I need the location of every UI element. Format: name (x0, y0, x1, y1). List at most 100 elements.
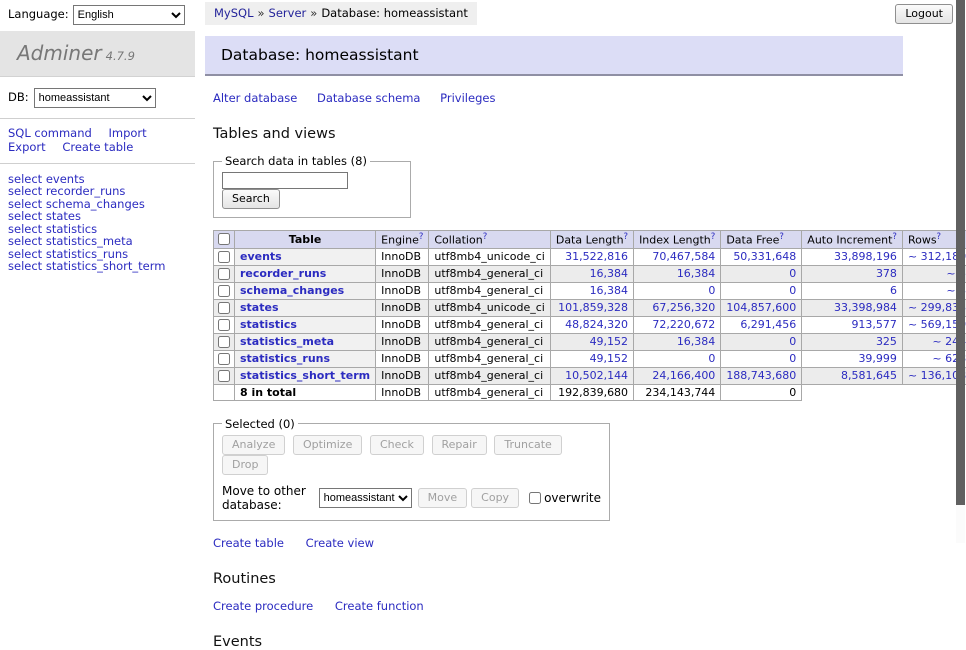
drop-button[interactable]: Drop (222, 455, 268, 475)
row-checkbox-cell (214, 299, 235, 316)
sidebar-link-sql-command[interactable]: SQL command (8, 126, 92, 140)
data-length-link[interactable]: 16,384 (590, 267, 629, 280)
row-checkbox-cell (214, 367, 235, 384)
create-function-link[interactable]: Create function (335, 599, 424, 613)
data-free-link[interactable]: 0 (789, 352, 796, 365)
optimize-button[interactable]: Optimize (293, 435, 362, 455)
breadcrumb-server-link[interactable]: Server (269, 6, 307, 20)
sidebar-link-export[interactable]: Export (8, 140, 46, 154)
table-name-link[interactable]: statistics_short_term (240, 369, 370, 382)
help-link[interactable]: ? (419, 232, 424, 242)
data-free-link[interactable]: 50,331,648 (733, 250, 796, 263)
index-length-link[interactable]: 24,166,400 (652, 369, 715, 382)
sidebar-link-create-table[interactable]: Create table (62, 140, 133, 154)
table-name-link[interactable]: statistics (240, 318, 297, 331)
total-collation-cell: utf8mb4_general_ci (429, 384, 550, 400)
overwrite-label[interactable]: overwrite (544, 491, 601, 505)
data-free-link[interactable]: 0 (789, 335, 796, 348)
table-name-cell: statistics_meta (235, 333, 376, 350)
alter-database-link[interactable]: Alter database (213, 91, 297, 105)
index-length-link[interactable]: 67,256,320 (652, 301, 715, 314)
sidebar-link-import[interactable]: Import (108, 126, 146, 140)
main-content: MySQL»Server»Database: homeassistant Dat… (205, 0, 903, 650)
sidebar-item-select-statistics-short-term[interactable]: select statistics_short_term (8, 260, 187, 272)
row-checkbox[interactable] (218, 251, 230, 263)
row-checkbox[interactable] (218, 336, 230, 348)
sidebar-item-select-statistics-meta[interactable]: select statistics_meta (8, 235, 187, 247)
scrollbar-thumb[interactable] (956, 0, 965, 505)
analyze-button[interactable]: Analyze (222, 435, 285, 455)
copy-button[interactable]: Copy (471, 488, 519, 508)
row-checkbox[interactable] (218, 319, 230, 331)
check-button[interactable]: Check (370, 435, 424, 455)
data-length-link[interactable]: 48,824,320 (565, 318, 628, 331)
column-header-data-free: Data Free? (721, 231, 802, 249)
data-length-link[interactable]: 49,152 (590, 352, 629, 365)
table-name-link[interactable]: events (240, 250, 282, 263)
row-checkbox[interactable] (218, 302, 230, 314)
index-length-link[interactable]: 0 (708, 352, 715, 365)
data-length-link[interactable]: 49,152 (590, 335, 629, 348)
database-schema-link[interactable]: Database schema (317, 91, 420, 105)
move-database-select[interactable]: homeassistant (319, 488, 412, 508)
move-button[interactable]: Move (418, 488, 468, 508)
row-checkbox[interactable] (218, 353, 230, 365)
logout-button[interactable]: Logout (895, 4, 953, 24)
table-name-link[interactable]: statistics_runs (240, 352, 330, 365)
db-select[interactable]: homeassistant (34, 88, 156, 108)
row-checkbox[interactable] (218, 370, 230, 382)
engine-cell: InnoDB (376, 282, 429, 299)
repair-button[interactable]: Repair (432, 435, 487, 455)
data-free-link[interactable]: 104,857,600 (726, 301, 796, 314)
sidebar-item-select-states[interactable]: select states (8, 210, 187, 222)
help-link[interactable]: ? (937, 232, 942, 242)
help-link[interactable]: ? (711, 232, 716, 242)
help-link[interactable]: ? (483, 232, 488, 242)
table-name-link[interactable]: states (240, 301, 279, 314)
table-name-link[interactable]: statistics_meta (240, 335, 334, 348)
index-length-link[interactable]: 16,384 (677, 267, 716, 280)
row-checkbox[interactable] (218, 268, 230, 280)
auto-increment-link[interactable]: 913,577 (851, 318, 897, 331)
auto-increment-link[interactable]: 378 (876, 267, 897, 280)
help-link[interactable]: ? (892, 232, 897, 242)
index-length-link[interactable]: 0 (708, 284, 715, 297)
data-length-link[interactable]: 31,522,816 (565, 250, 628, 263)
auto-increment-link[interactable]: 8,581,645 (841, 369, 897, 382)
breadcrumb-mysql-link[interactable]: MySQL (214, 6, 254, 20)
auto-increment-link[interactable]: 39,999 (858, 352, 897, 365)
column-header-label: Engine (381, 234, 419, 247)
table-name-cell: schema_changes (235, 282, 376, 299)
data-free-link[interactable]: 0 (789, 284, 796, 297)
table-name-link[interactable]: schema_changes (240, 284, 344, 297)
truncate-button[interactable]: Truncate (494, 435, 561, 455)
overwrite-checkbox[interactable] (529, 492, 541, 504)
index-length-link[interactable]: 70,467,584 (652, 250, 715, 263)
privileges-link[interactable]: Privileges (440, 91, 495, 105)
data-free-link[interactable]: 0 (789, 267, 796, 280)
index-length-link[interactable]: 72,220,672 (652, 318, 715, 331)
create-procedure-link[interactable]: Create procedure (213, 599, 313, 613)
help-link[interactable]: ? (779, 232, 784, 242)
data-length-link[interactable]: 101,859,328 (558, 301, 628, 314)
auto-increment-link[interactable]: 6 (890, 284, 897, 297)
collation-cell: utf8mb4_unicode_ci (429, 248, 550, 265)
search-input[interactable] (222, 172, 348, 189)
search-button[interactable]: Search (222, 189, 280, 209)
auto-increment-link[interactable]: 325 (876, 335, 897, 348)
table-name-cell: recorder_runs (235, 265, 376, 282)
index-length-link[interactable]: 16,384 (677, 335, 716, 348)
data-length-link[interactable]: 16,384 (590, 284, 629, 297)
table-row: recorder_runsInnoDButf8mb4_general_ci16,… (214, 265, 966, 282)
table-name-link[interactable]: recorder_runs (240, 267, 326, 280)
auto-increment-link[interactable]: 33,898,196 (834, 250, 897, 263)
data-free-link[interactable]: 188,743,680 (726, 369, 796, 382)
row-checkbox[interactable] (218, 285, 230, 297)
auto-increment-link[interactable]: 33,398,984 (834, 301, 897, 314)
help-link[interactable]: ? (624, 232, 629, 242)
language-select[interactable]: English (73, 5, 185, 25)
data-length-link[interactable]: 10,502,144 (565, 369, 628, 382)
select-all-checkbox[interactable] (218, 233, 230, 245)
data-free-link[interactable]: 6,291,456 (740, 318, 796, 331)
vertical-scrollbar[interactable] (956, 0, 965, 543)
